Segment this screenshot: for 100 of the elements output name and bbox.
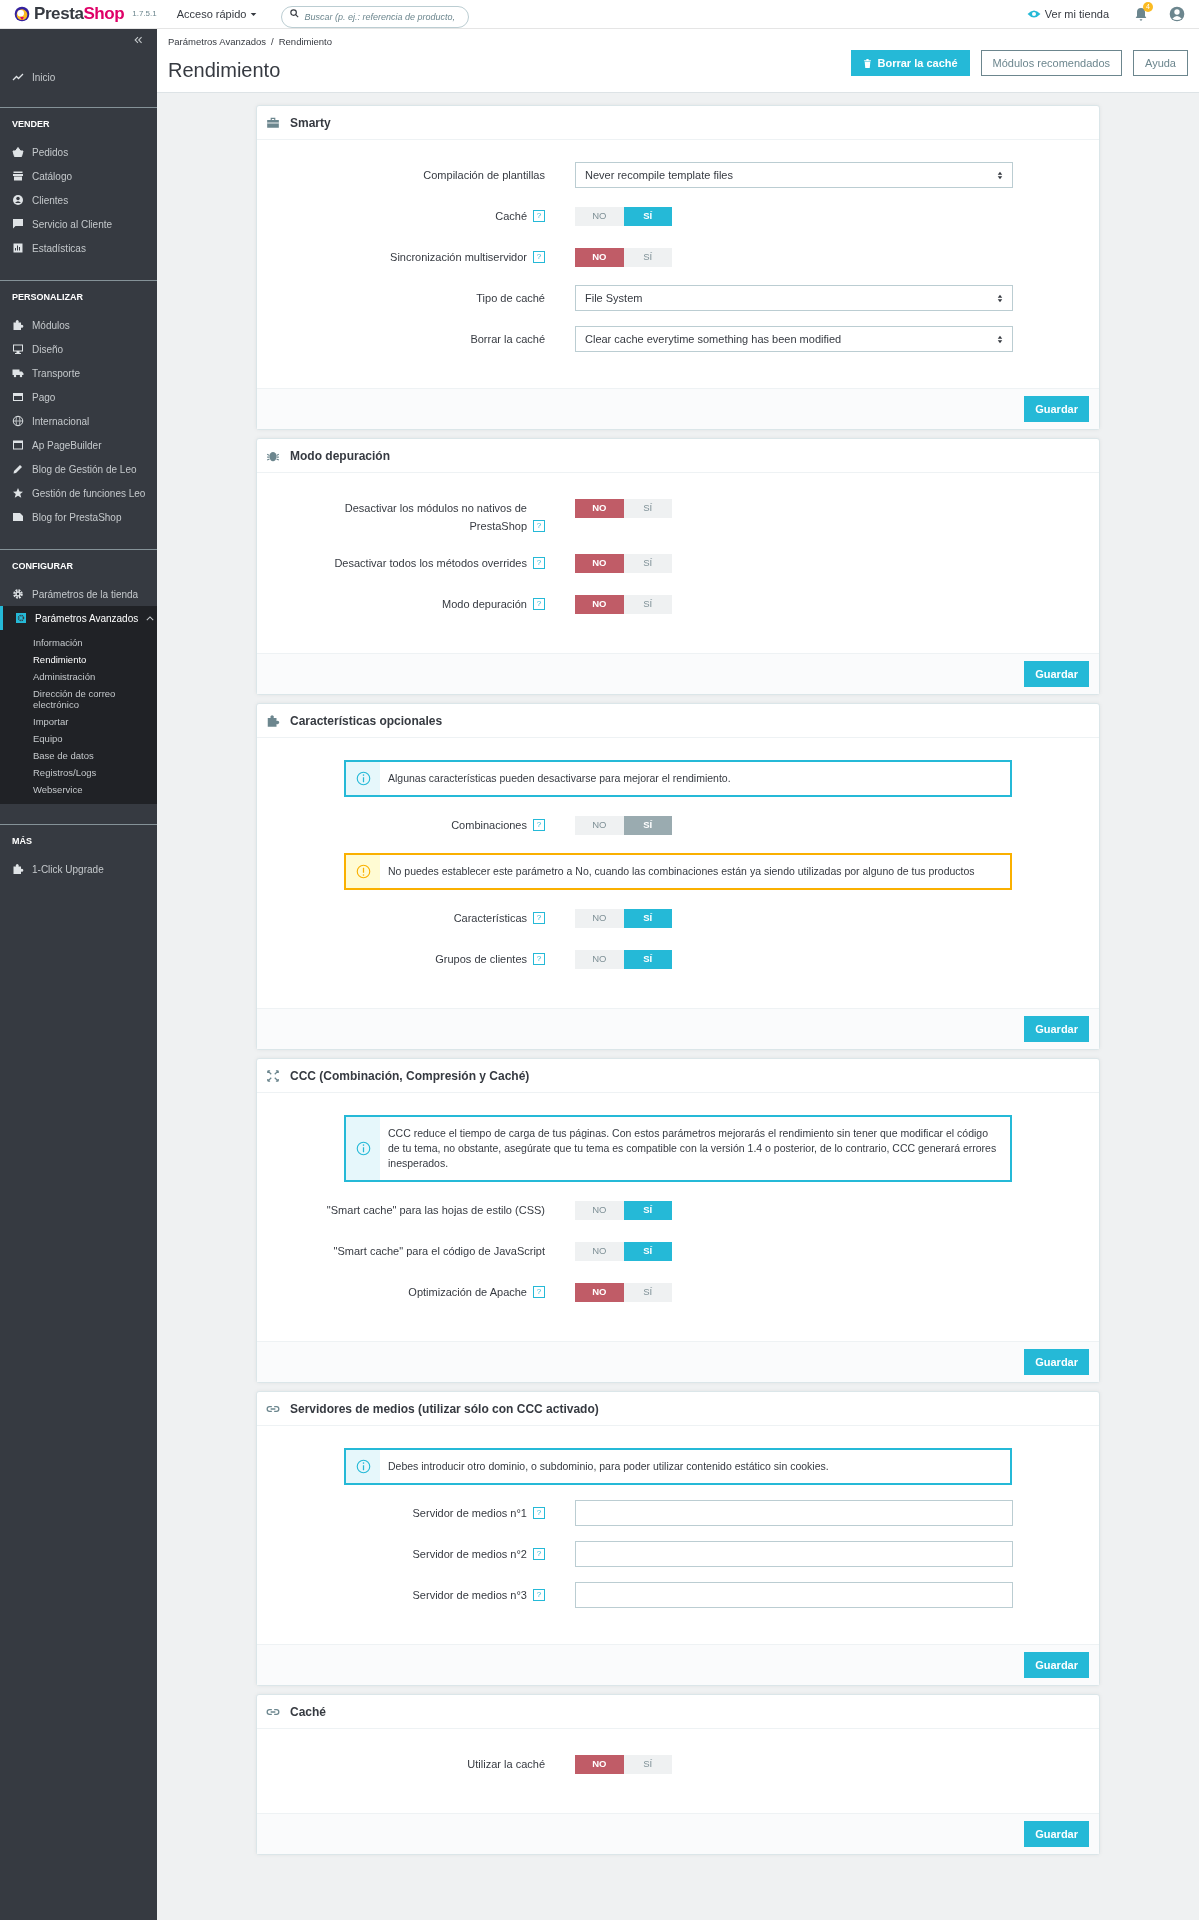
quick-access-dropdown[interactable]: Acceso rápido [176, 5, 258, 23]
field-label: Servidor de medios n°3 [412, 1588, 527, 1603]
star-icon [12, 487, 24, 499]
collapse-icon[interactable] [133, 36, 143, 44]
search-icon [289, 8, 301, 19]
info-icon [355, 1459, 371, 1474]
sidebar-item[interactable]: Catálogo [0, 164, 157, 188]
panel-title: Caché [290, 1703, 327, 1721]
field-label: Grupos de clientes [435, 952, 527, 967]
select-field[interactable]: Clear cache everytime something has been modified [575, 326, 1013, 352]
sidebar-item[interactable]: Estadísticas [0, 236, 157, 260]
window-icon [12, 439, 24, 451]
eye-icon [1026, 9, 1041, 19]
field-label: Servidor de medios n°2 [412, 1547, 527, 1562]
alert-text: No puedes establecer este parámetro a No, cuando las combinaciones están ya siendo utilizadas por alguno de tus productos [387, 864, 976, 879]
section-heading: PERSONALIZAR [11, 291, 84, 304]
sidebar-item[interactable]: Gestión de funciones Leo [0, 481, 157, 505]
bell-icon[interactable] [1133, 6, 1149, 22]
breadcrumb-link[interactable]: Parámetros Avanzados [168, 35, 267, 50]
briefcase-icon [266, 115, 280, 130]
sidebar-item[interactable]: Internacional [0, 409, 157, 433]
submenu-item[interactable]: Dirección de correo electrónico [0, 685, 157, 713]
sidebar-item[interactable]: Blog for PrestaShop [0, 505, 157, 529]
account-icon[interactable] [1169, 6, 1185, 22]
logo-icon[interactable] [14, 6, 30, 22]
version-label: 1.7.5.1 [132, 8, 157, 20]
section-heading: VENDER [11, 118, 51, 131]
basket-icon [12, 146, 24, 158]
panel-title: Servidores de medios (utilizar sólo con CCC activado) [290, 1400, 599, 1418]
submenu-item[interactable]: Equipo [0, 730, 157, 747]
sidebar-item[interactable]: Módulos [0, 313, 157, 337]
sidebar-item[interactable]: Pedidos [0, 140, 157, 164]
pencil-icon [12, 463, 24, 475]
puzzle-icon [266, 713, 280, 728]
store-link[interactable]: Ver mi tienda [1026, 5, 1109, 23]
alert-text: Algunas características pueden desactivarse para mejorar el rendimiento. [387, 771, 732, 786]
sidebar-item[interactable]: Transporte [0, 361, 157, 385]
panel-title: Smarty [290, 114, 331, 132]
breadcrumb-separator: / [271, 35, 274, 49]
info-icon [355, 771, 371, 786]
info-icon [355, 1141, 371, 1156]
field-label: Borrar la caché [470, 332, 545, 347]
text-input[interactable] [575, 1500, 1013, 1526]
breadcrumb-link[interactable]: Rendimiento [278, 35, 333, 50]
field-label: Optimización de Apache [408, 1285, 527, 1300]
warning-icon [355, 864, 371, 879]
text-input[interactable] [575, 1541, 1013, 1567]
text-input[interactable] [575, 1582, 1013, 1608]
search-field[interactable]: Buscar (p. ej.: referencia de producto, [281, 6, 470, 28]
document-icon [12, 511, 24, 523]
submenu-item[interactable]: Webservice [0, 781, 157, 798]
select-field[interactable]: File System [575, 285, 1013, 311]
sidebar-item[interactable]: Ap PageBuilder [0, 433, 157, 457]
field-label: Utilizar la caché [467, 1757, 545, 1772]
chat-icon [12, 218, 24, 230]
submenu-item[interactable]: Base de datos [0, 747, 157, 764]
section-heading: CONFIGURAR [11, 560, 74, 573]
field-label: "Smart cache" para las hojas de estilo (CSS) [326, 1203, 545, 1218]
submenu-item[interactable]: Administración [0, 668, 157, 685]
expand-icon [266, 1068, 280, 1083]
puzzle-icon [12, 863, 24, 875]
sidebar-item[interactable]: Clientes [0, 188, 157, 212]
field-label: Desactivar los módulos no nativos de PrestaShop [343, 501, 527, 534]
sidebar-item[interactable]: Parámetros de la tienda [0, 582, 157, 606]
submenu-item[interactable]: Rendimiento [0, 651, 157, 668]
truck-icon [12, 367, 24, 379]
sidebar-item[interactable]: Pago [0, 385, 157, 409]
chart-icon [12, 242, 24, 254]
sidebar-item[interactable]: Blog de Gestión de Leo [0, 457, 157, 481]
sort-icon [997, 334, 1003, 344]
monitor-icon [12, 343, 24, 355]
sidebar-item[interactable]: Parámetros Avanzados [0, 606, 157, 630]
submenu-item[interactable]: Información [0, 634, 157, 651]
header-button[interactable]: Ayuda [1133, 50, 1188, 76]
field-label: Caché [495, 209, 527, 224]
sidebar-item[interactable]: Diseño [0, 337, 157, 361]
trash-icon [863, 57, 873, 69]
store-icon [12, 170, 24, 182]
header-button[interactable]: Módulos recomendados [980, 50, 1122, 76]
page-title: Rendimiento [168, 58, 282, 84]
sidebar-item[interactable]: Servicio al Cliente [0, 212, 157, 236]
field-label: Servidor de medios n°1 [412, 1506, 527, 1521]
field-label: "Smart cache" para el código de JavaScript [333, 1244, 545, 1259]
submenu-item[interactable]: Importar [0, 713, 157, 730]
puzzle-icon [12, 319, 24, 331]
logo-text: PrestaShop [34, 3, 125, 26]
field-label: Modo depuración [442, 597, 527, 612]
sidebar-item[interactable]: 1-Click Upgrade [0, 857, 157, 881]
alert-text: Debes introducir otro dominio, o subdominio, para poder utilizar contenido estático sin cookies. [387, 1459, 830, 1474]
person-icon [12, 194, 24, 206]
select-field[interactable]: Never recompile template files [575, 162, 1013, 188]
sort-icon [997, 170, 1003, 180]
trend-icon [12, 71, 24, 83]
field-label: Características [453, 911, 527, 926]
field-label: Compilación de plantillas [423, 168, 545, 183]
panel-title: Modo depuración [290, 447, 390, 465]
sort-icon [997, 293, 1003, 303]
sidebar-item[interactable]: Inicio [0, 65, 157, 89]
submenu-item[interactable]: Registros/Logs [0, 764, 157, 781]
card-icon [12, 391, 24, 403]
